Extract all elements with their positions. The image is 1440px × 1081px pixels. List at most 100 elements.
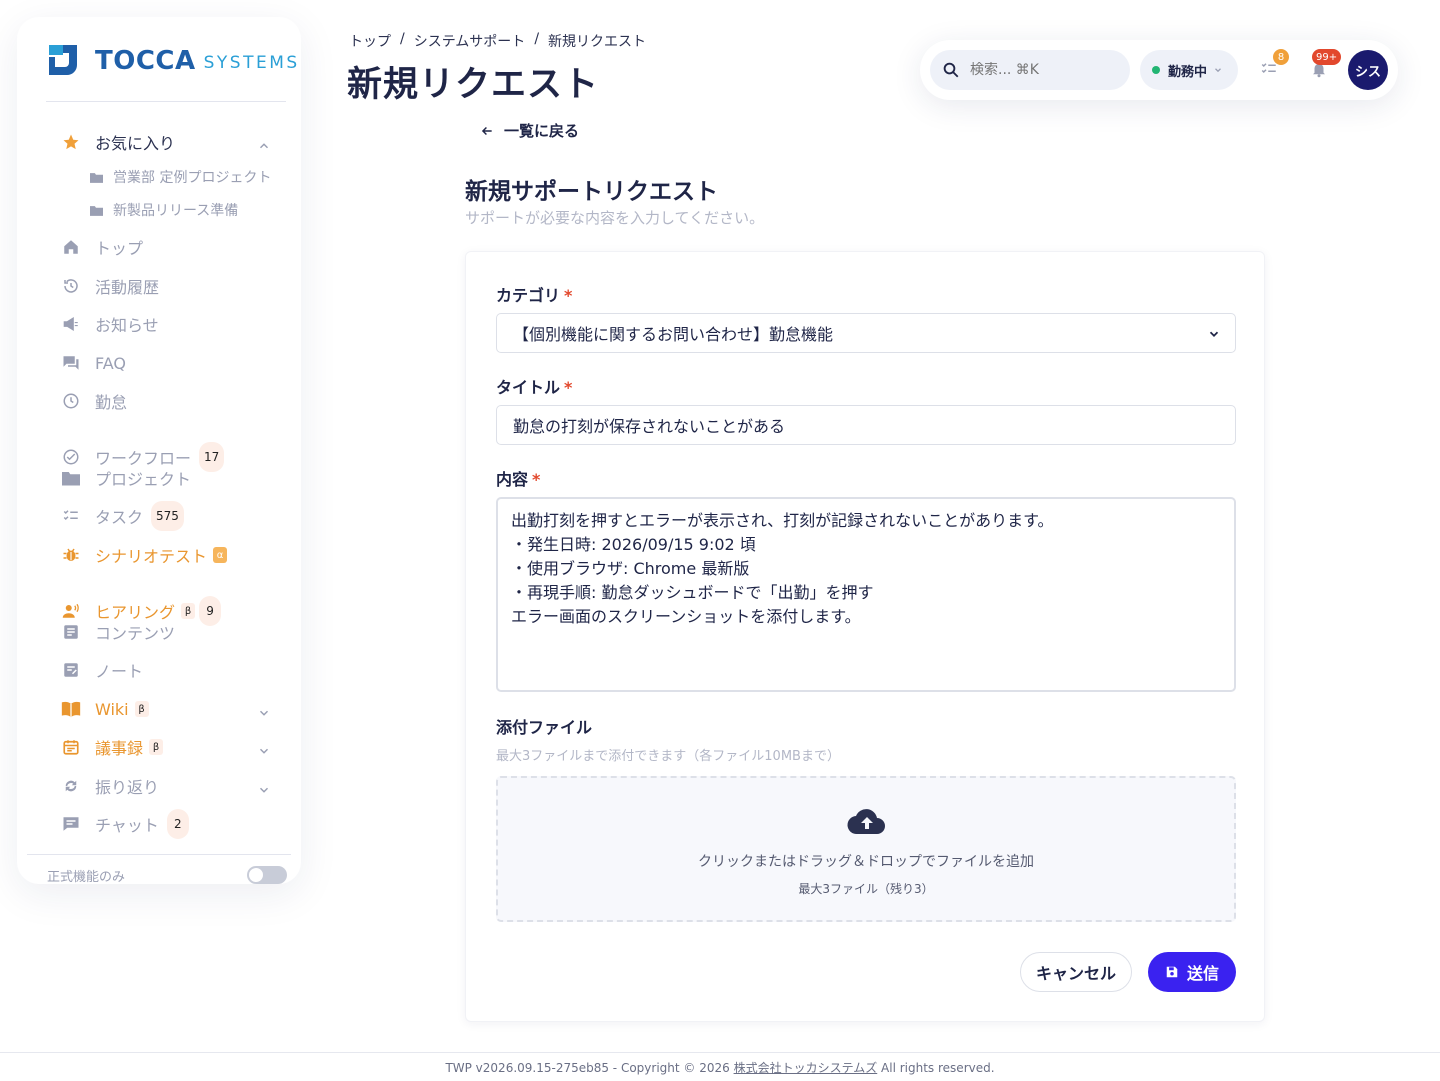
sidebar-item-activity[interactable]: 活動履歴 bbox=[61, 271, 159, 301]
footer-suffix: All rights reserved. bbox=[877, 1061, 995, 1075]
sidebar-item-notes[interactable]: ノート bbox=[61, 655, 143, 685]
clock-icon bbox=[61, 391, 81, 411]
back-link-label: 一覧に戻る bbox=[504, 122, 580, 140]
official-only-label: 正式機能のみ bbox=[47, 870, 126, 884]
sidebar-item-top[interactable]: トップ bbox=[61, 232, 143, 262]
folder-icon bbox=[61, 468, 81, 488]
megaphone-icon bbox=[61, 314, 81, 334]
required-mark: * bbox=[564, 286, 573, 305]
sidebar-item-attendance[interactable]: 勤怠 bbox=[61, 386, 127, 416]
logo-word-secondary: SYSTEMS bbox=[203, 53, 300, 73]
count-badge: 575 bbox=[151, 501, 184, 531]
dropzone-subtext: 最大3ファイル（残り3） bbox=[798, 882, 934, 896]
sidebar-item-label: お気に入り bbox=[95, 134, 176, 153]
favorite-item-label: 営業部 定例プロジェクト bbox=[113, 170, 272, 186]
sidebar-item-label: Wiki bbox=[95, 699, 129, 719]
status-dot bbox=[1152, 66, 1160, 74]
category-label-text: カテゴリ bbox=[496, 286, 561, 305]
work-status-dropdown[interactable]: 勤務中 bbox=[1140, 50, 1238, 90]
sidebar-item-label: シナリオテスト bbox=[95, 547, 208, 566]
attachments-label: 添付ファイル bbox=[496, 718, 593, 737]
submit-button[interactable]: 送信 bbox=[1148, 952, 1236, 992]
breadcrumb-item-system-support[interactable]: システムサポート bbox=[414, 31, 526, 51]
sidebar-item-scenario-test[interactable]: シナリオテスト α bbox=[61, 540, 228, 570]
category-select[interactable]: 【個別機能に関するお問い合わせ】勤怠機能 bbox=[496, 313, 1236, 353]
cancel-button[interactable]: キャンセル bbox=[1020, 952, 1132, 992]
checklist-icon bbox=[61, 506, 81, 526]
sidebar-item-label: 議事録 bbox=[95, 739, 144, 758]
avatar[interactable]: シス bbox=[1348, 50, 1388, 90]
bug-icon bbox=[61, 545, 81, 565]
sidebar-item-tasks[interactable]: タスク 575 bbox=[61, 501, 184, 531]
sidebar-item-retrospective[interactable]: 振り返り bbox=[61, 771, 159, 801]
cloud-upload-icon bbox=[847, 809, 885, 835]
book-icon bbox=[61, 699, 81, 719]
top-toolbar: 勤務中 8 99+ シス bbox=[920, 40, 1398, 100]
status-label: 勤務中 bbox=[1168, 64, 1208, 80]
request-form-card: カテゴリ * 【個別機能に関するお問い合わせ】勤怠機能 タイトル * 勤怠の打刻が保… bbox=[465, 251, 1265, 1022]
calendar-icon bbox=[61, 737, 81, 757]
sidebar-item-label: トップ bbox=[95, 239, 144, 258]
search-icon bbox=[943, 62, 959, 78]
favorite-item[interactable]: 営業部 定例プロジェクト bbox=[89, 162, 271, 192]
page-title: 新規リクエスト bbox=[347, 65, 600, 105]
sidebar-item-news[interactable]: お知らせ bbox=[61, 309, 159, 339]
form-subtitle: サポートが必要な内容を入力してください。 bbox=[465, 209, 765, 227]
note-edit-icon bbox=[61, 660, 81, 680]
sidebar-item-favorites[interactable]: お気に入り bbox=[61, 127, 175, 157]
save-icon bbox=[1166, 966, 1178, 978]
chevron-down-icon bbox=[1209, 331, 1219, 337]
content-label-text: 内容 bbox=[496, 470, 529, 489]
search-box[interactable] bbox=[930, 50, 1130, 90]
breadcrumb: トップ / システムサポート / 新規リクエスト bbox=[349, 31, 646, 51]
sidebar-item-label: FAQ bbox=[95, 353, 126, 373]
company-link[interactable]: 株式会社トッカシステムズ bbox=[734, 1061, 878, 1075]
divider bbox=[0, 1052, 1440, 1053]
file-dropzone[interactable]: クリックまたはドラッグ＆ドロップでファイルを追加 最大3ファイル（残り3） bbox=[496, 776, 1236, 922]
footer-prefix: TWP v2026.09.15-275eb85 - Copyright © 20… bbox=[445, 1061, 734, 1075]
attachments-hint: 最大3ファイルまで添付できます（各ファイル10MBまで） bbox=[496, 749, 840, 764]
sidebar-item-label: 振り返り bbox=[95, 778, 160, 797]
sidebar-item-label: 勤怠 bbox=[95, 393, 128, 412]
alpha-tag: α bbox=[213, 547, 228, 563]
title-label-text: タイトル bbox=[496, 378, 561, 397]
sidebar-item-label: チャット bbox=[95, 816, 159, 835]
sidebar-item-faq[interactable]: FAQ bbox=[61, 348, 126, 378]
tasks-count-badge: 8 bbox=[1273, 49, 1289, 65]
chevron-down-icon[interactable] bbox=[257, 744, 271, 758]
sidebar-item-minutes[interactable]: 議事録 β bbox=[61, 732, 164, 762]
sidebar-item-label: お知らせ bbox=[95, 316, 159, 335]
chevron-down-icon[interactable] bbox=[257, 706, 271, 720]
title-input[interactable]: 勤怠の打刻が保存されないことがある bbox=[496, 405, 1236, 445]
required-mark: * bbox=[564, 378, 573, 397]
back-to-list-link[interactable]: 一覧に戻る bbox=[480, 120, 579, 141]
arrow-left-icon bbox=[481, 126, 492, 135]
divider bbox=[27, 854, 291, 855]
breadcrumb-separator: / bbox=[400, 31, 405, 47]
breadcrumb-item-top[interactable]: トップ bbox=[349, 31, 391, 51]
favorite-item[interactable]: 新製品リリース準備 bbox=[89, 195, 238, 225]
official-only-toggle[interactable] bbox=[247, 866, 287, 884]
sidebar-item-wiki[interactable]: Wiki β bbox=[61, 694, 149, 724]
footer: TWP v2026.09.15-275eb85 - Copyright © 20… bbox=[0, 1059, 1440, 1076]
sidebar-item-contents[interactable]: コンテンツ bbox=[61, 617, 175, 647]
article-icon bbox=[61, 622, 81, 642]
search-input[interactable] bbox=[970, 62, 1110, 78]
chevron-down-icon[interactable] bbox=[257, 783, 271, 797]
favorite-item-label: 新製品リリース準備 bbox=[113, 203, 239, 219]
title-input-value: 勤怠の打刻が保存されないことがある bbox=[513, 417, 786, 436]
required-mark: * bbox=[532, 470, 541, 489]
star-icon bbox=[61, 132, 81, 152]
forum-icon bbox=[61, 353, 81, 373]
chevron-up-icon[interactable] bbox=[257, 139, 271, 153]
divider bbox=[46, 101, 286, 102]
beta-tag: β bbox=[181, 603, 196, 619]
tocca-logo-icon bbox=[47, 43, 83, 79]
logo[interactable]: TOCCA SYSTEMS bbox=[47, 43, 300, 79]
folder-icon bbox=[89, 167, 103, 187]
sidebar-item-chat[interactable]: チャット 2 bbox=[61, 809, 189, 839]
category-label: カテゴリ * bbox=[496, 282, 572, 306]
count-badge: 17 bbox=[199, 442, 225, 472]
sidebar-item-projects[interactable]: プロジェクト bbox=[61, 463, 191, 493]
content-textarea[interactable]: 出勤打刻を押すとエラーが表示され、打刻が記録されないことがあります。 ・発生日時… bbox=[496, 497, 1236, 692]
